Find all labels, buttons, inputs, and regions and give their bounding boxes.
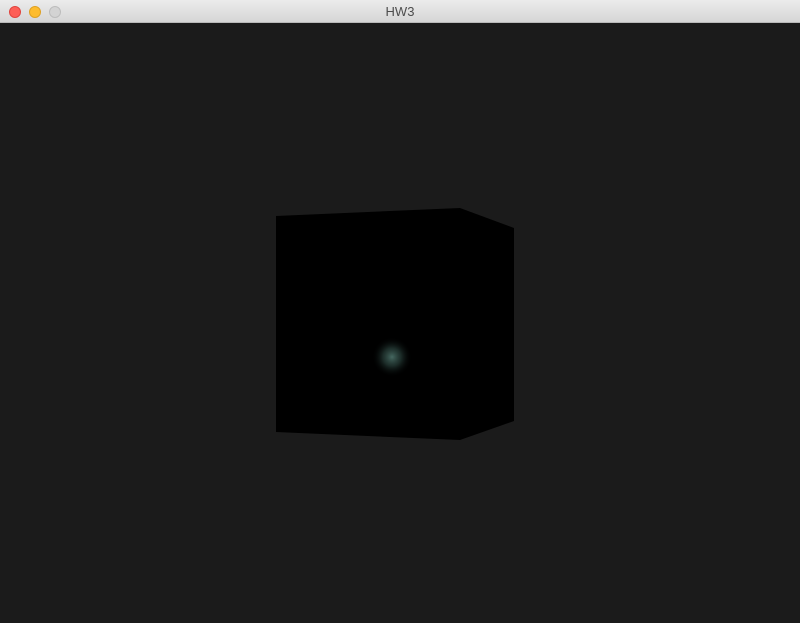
specular-highlight [372, 337, 412, 377]
cube-front-face [276, 208, 460, 440]
cube [276, 208, 514, 440]
cube-right-face [460, 208, 514, 440]
title-bar[interactable]: HW3 [0, 0, 800, 23]
app-window: HW3 [0, 0, 800, 623]
render-viewport[interactable] [0, 23, 800, 623]
window-title: HW3 [385, 4, 415, 19]
